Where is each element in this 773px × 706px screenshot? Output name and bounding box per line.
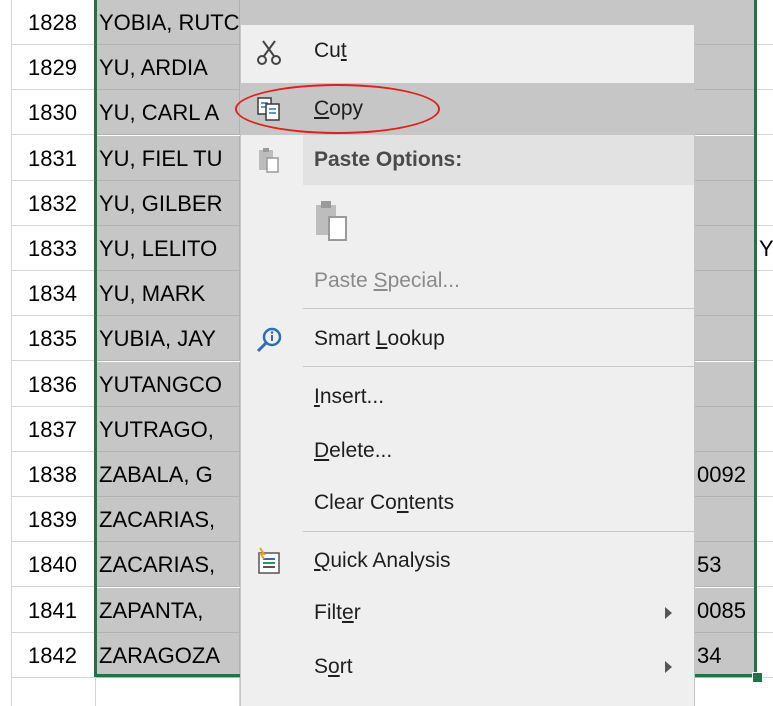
submenu-arrow-icon (665, 607, 672, 619)
row-number[interactable]: 1831 (12, 135, 96, 181)
paste-options-header: Paste Options: (241, 135, 694, 185)
smart-lookup-label: Smart Lookup (314, 327, 445, 350)
cell[interactable] (756, 0, 773, 45)
value-cell[interactable] (694, 497, 756, 543)
name-cell[interactable]: ZARAGOZA (96, 632, 240, 678)
delete-label: Delete... (314, 439, 393, 462)
row-number[interactable]: 1842 (12, 632, 96, 678)
cell[interactable] (756, 542, 773, 588)
smart-lookup-icon (254, 325, 284, 353)
cell[interactable] (756, 587, 773, 633)
name-cell[interactable]: YUTRAGO, (96, 406, 240, 452)
menu-item-sort[interactable]: Sort (241, 641, 694, 693)
cell[interactable] (756, 406, 773, 452)
name-cell[interactable]: YOBIA, RUTCHEL AMASCUAL (96, 0, 240, 45)
row-number[interactable]: 1838 (12, 452, 96, 497)
cell[interactable] (756, 497, 773, 543)
row-number[interactable]: 1841 (12, 587, 96, 633)
menu-item-cut[interactable]: Cut (241, 25, 694, 77)
row-number[interactable]: 1832 (12, 180, 96, 226)
cell[interactable] (756, 135, 773, 181)
value-cell[interactable] (694, 90, 756, 136)
empty-row-number[interactable] (12, 678, 96, 706)
menu-separator (303, 366, 694, 367)
row-number[interactable]: 1839 (12, 497, 96, 543)
cell[interactable] (756, 361, 773, 407)
paste-button[interactable] (241, 195, 694, 251)
name-cell[interactable]: YU, GILBER (96, 180, 240, 226)
quick-analysis-label: Quick Analysis (314, 549, 451, 572)
cell[interactable] (756, 316, 773, 362)
value-cell[interactable] (694, 406, 756, 452)
menu-item-smart-lookup[interactable]: Smart Lookup (241, 313, 694, 365)
value-cell[interactable] (694, 180, 756, 226)
quick-analysis-icon (254, 547, 284, 575)
menu-item-clear-contents[interactable]: Clear Contents (241, 477, 694, 529)
name-cell[interactable]: ZABALA, G (96, 452, 240, 497)
row-number[interactable]: 1829 (12, 45, 96, 91)
row-number[interactable]: 1836 (12, 361, 96, 407)
menu-item-paste-special[interactable]: Paste Special... (241, 255, 694, 307)
row-number[interactable]: 1830 (12, 90, 96, 136)
name-cell[interactable]: YUBIA, JAY (96, 316, 240, 362)
row-number[interactable]: 1840 (12, 542, 96, 588)
insert-label: Insert... (314, 385, 385, 408)
paste-icon (254, 146, 284, 181)
cell[interactable] (756, 271, 773, 317)
name-cell[interactable]: YU, MARK (96, 271, 240, 317)
name-cell[interactable]: YU, FIEL TU (96, 135, 240, 181)
cell[interactable] (756, 45, 773, 91)
name-cell[interactable]: YU, LELITO (96, 226, 240, 271)
submenu-arrow-icon (665, 661, 672, 673)
value-cell[interactable] (694, 0, 756, 45)
menu-separator (303, 531, 694, 532)
name-cell[interactable]: ZACARIAS, (96, 497, 240, 543)
row-number[interactable]: 1835 (12, 316, 96, 362)
paste-icon (313, 197, 349, 249)
value-cell[interactable] (694, 316, 756, 362)
value-cell[interactable]: 0085 (694, 587, 756, 633)
menu-item-filter[interactable]: Filter (241, 587, 694, 639)
name-cell[interactable]: ZAPANTA, (96, 587, 240, 633)
cut-label: Cut (314, 39, 347, 62)
row-number[interactable]: 1837 (12, 406, 96, 452)
menu-item-quick-analysis[interactable]: Quick Analysis (241, 535, 694, 587)
value-cell[interactable] (694, 45, 756, 91)
value-cell[interactable]: 53 (694, 542, 756, 588)
name-cell[interactable]: YU, ARDIA (96, 45, 240, 91)
value-cell[interactable] (694, 135, 756, 181)
name-cell[interactable]: YUTANGCO (96, 361, 240, 407)
menu-separator (303, 308, 694, 309)
menu-item-insert[interactable]: Insert... (241, 371, 694, 423)
scissors-icon (254, 37, 284, 65)
empty-cell[interactable] (96, 678, 240, 706)
cell[interactable] (756, 180, 773, 226)
row-number[interactable]: 1828 (12, 0, 96, 45)
value-cell[interactable] (694, 271, 756, 317)
fill-handle[interactable] (752, 672, 763, 683)
cell[interactable] (756, 452, 773, 497)
name-cell[interactable]: ZACARIAS, (96, 542, 240, 588)
sort-label: Sort (314, 655, 353, 678)
name-cell[interactable]: YU, CARL A (96, 90, 240, 136)
paste-options-label: Paste Options: (314, 148, 463, 171)
row-number[interactable]: 1834 (12, 271, 96, 317)
value-cell[interactable]: 0092 (694, 452, 756, 497)
paste-special-label: Paste Special... (314, 269, 460, 292)
value-cell[interactable] (694, 361, 756, 407)
cell[interactable] (756, 90, 773, 136)
cell[interactable]: Y (756, 226, 773, 271)
value-cell[interactable] (694, 226, 756, 271)
value-cell[interactable]: 34 (694, 632, 756, 678)
filter-label: Filter (314, 601, 361, 624)
clear-contents-label: Clear Contents (314, 491, 455, 514)
row-number[interactable]: 1833 (12, 226, 96, 271)
menu-item-delete[interactable]: Delete... (241, 425, 694, 477)
highlight-circle (235, 84, 440, 134)
